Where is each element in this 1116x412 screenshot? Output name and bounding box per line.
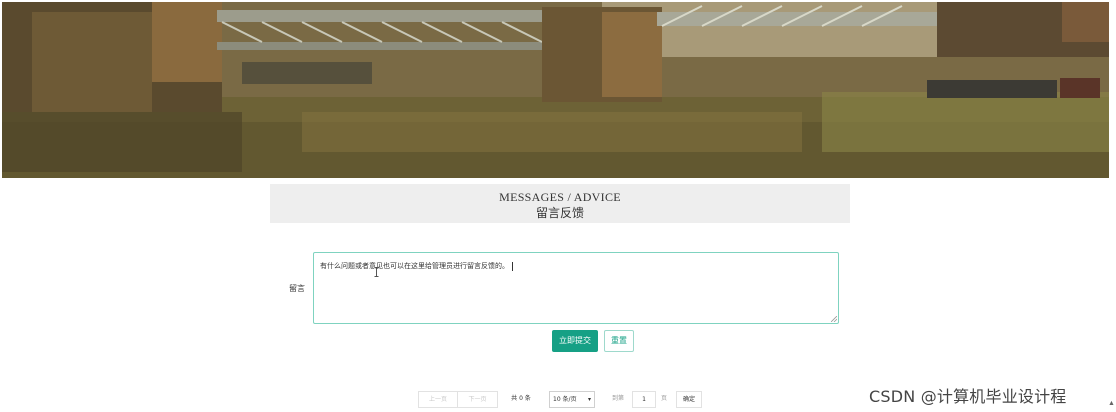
message-text: 有什么问题或者意见也可以在这里给管理员进行留言反馈的。 xyxy=(320,261,513,271)
message-textarea[interactable]: 有什么问题或者意见也可以在这里给管理员进行留言反馈的。 xyxy=(313,252,839,324)
goto-confirm-button[interactable]: 确定 xyxy=(676,391,702,408)
goto-page-input[interactable]: 1 xyxy=(632,391,656,408)
scroll-up-icon[interactable]: ▲ xyxy=(1108,400,1115,407)
chevron-down-icon: ▾ xyxy=(587,396,591,403)
prev-page-button[interactable]: 上一页 xyxy=(418,391,458,408)
text-caret xyxy=(512,261,513,271)
text-cursor-icon xyxy=(374,267,379,277)
watermark-text: CSDN @计算机毕业设计程 xyxy=(869,387,1067,406)
reset-button[interactable]: 重置 xyxy=(604,330,634,352)
page-size-select[interactable]: 10 条/页 ▾ xyxy=(549,391,595,408)
page-unit-label: 页 xyxy=(660,395,667,402)
goto-label: 到第 xyxy=(611,395,624,402)
total-count: 共 0 条 xyxy=(511,395,531,402)
submit-button[interactable]: 立即提交 xyxy=(552,330,598,352)
message-field-label: 留言 xyxy=(289,284,305,293)
section-title-en: MESSAGES / ADVICE xyxy=(499,190,621,204)
section-title-zh: 留言反馈 xyxy=(535,206,584,220)
next-page-button[interactable]: 下一页 xyxy=(458,391,498,408)
section-header: MESSAGES / ADVICE 留言反馈 xyxy=(270,184,850,223)
hero-scene xyxy=(2,2,1109,178)
message-value: 有什么问题或者意见也可以在这里给管理员进行留言反馈的。 xyxy=(320,262,509,270)
resize-grip-icon[interactable] xyxy=(831,316,837,322)
page-size-value: 10 条/页 xyxy=(553,396,577,403)
hero-banner-image xyxy=(2,2,1109,178)
